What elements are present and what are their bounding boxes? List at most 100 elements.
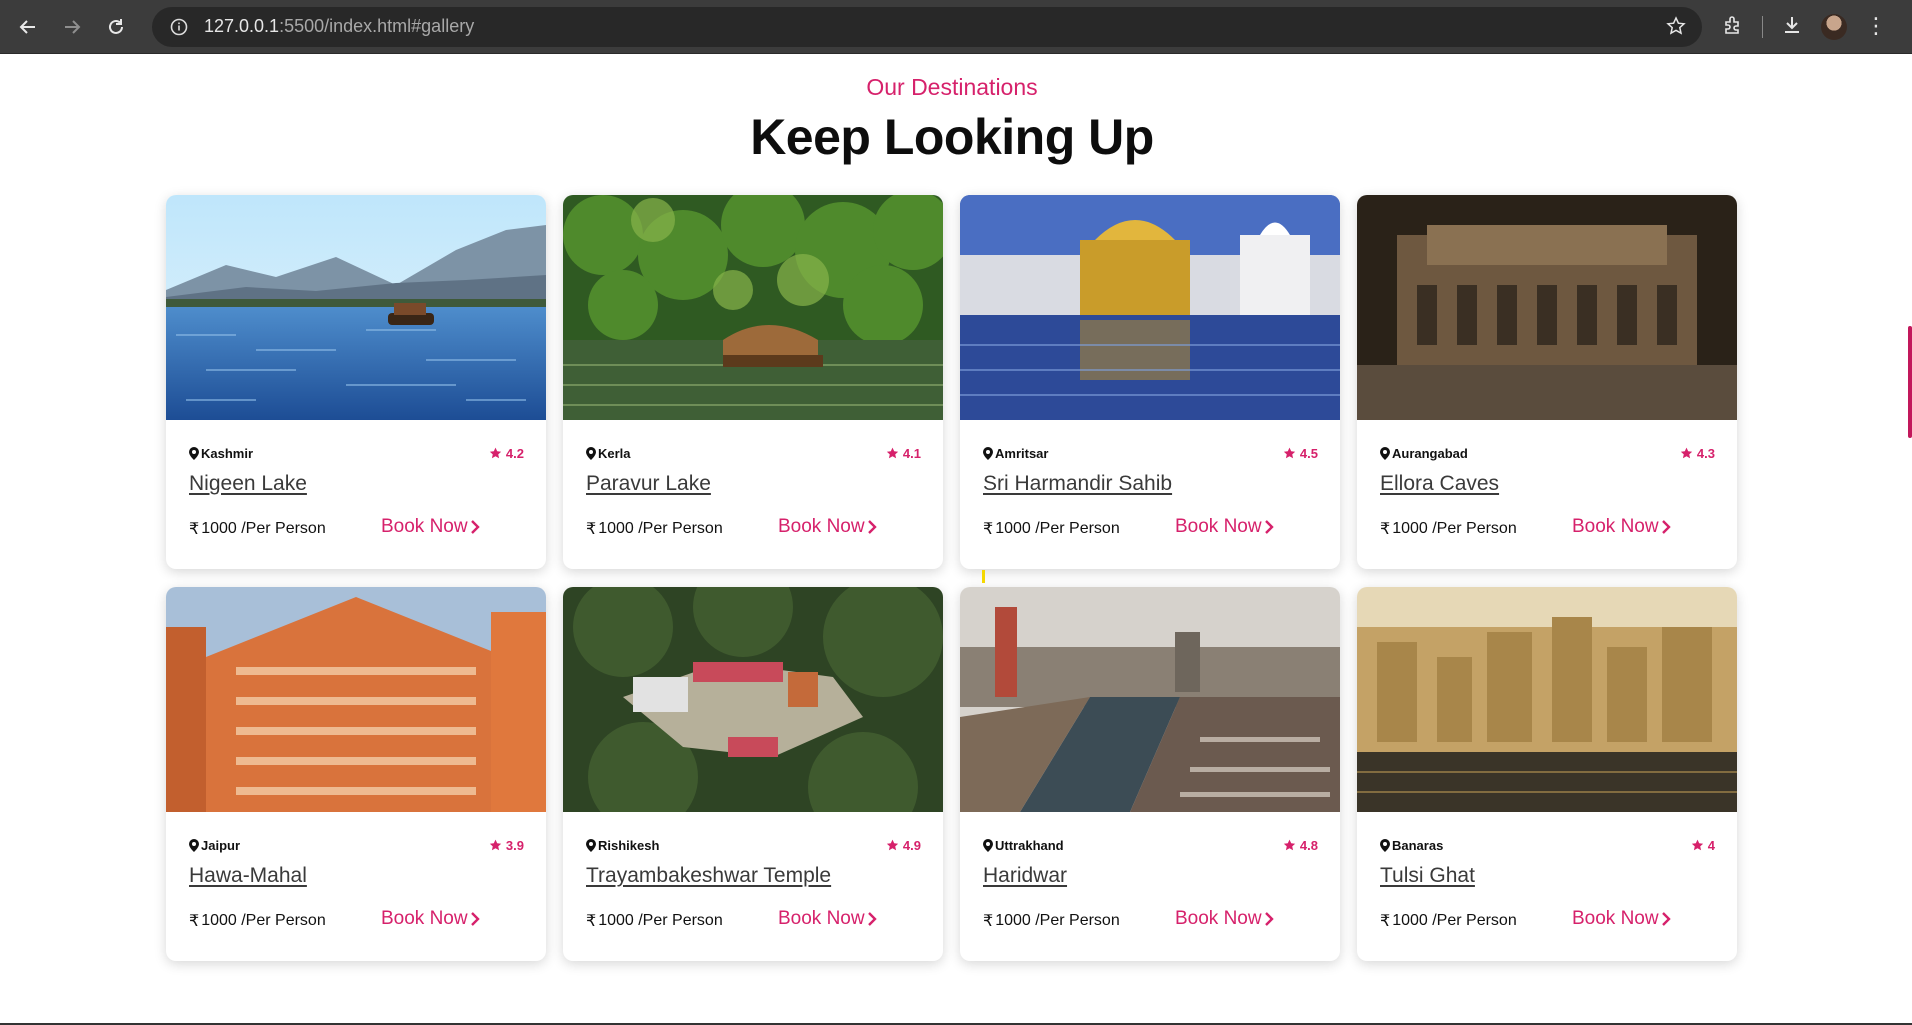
location-label: Amritsar bbox=[983, 446, 1048, 461]
book-now-label: Book Now bbox=[1572, 516, 1659, 537]
price-text: 1000 /Per Person bbox=[598, 520, 723, 537]
map-pin-icon bbox=[586, 839, 596, 852]
book-now-button[interactable]: Book Now bbox=[381, 516, 480, 538]
chevron-right-icon bbox=[867, 520, 877, 534]
location-label: Rishikesh bbox=[586, 838, 659, 853]
star-icon bbox=[886, 839, 899, 851]
destination-title-link[interactable]: Ellora Caves bbox=[1380, 472, 1499, 496]
location-label: Kerla bbox=[586, 446, 631, 461]
destination-photo bbox=[563, 195, 943, 420]
destination-card: Uttrakhand 4.8 Haridwar ₹ 1000 /Per Pers… bbox=[960, 587, 1340, 961]
forward-icon[interactable] bbox=[54, 9, 90, 45]
price-text: 1000 /Per Person bbox=[201, 912, 326, 929]
destination-title-link[interactable]: Haridwar bbox=[983, 864, 1067, 888]
price-label: ₹ 1000 /Per Person bbox=[1380, 519, 1517, 539]
rating-value: 4 bbox=[1707, 838, 1715, 853]
chevron-right-icon bbox=[1661, 912, 1671, 926]
profile-avatar[interactable] bbox=[1821, 13, 1847, 40]
location-label: Aurangabad bbox=[1380, 446, 1468, 461]
chevron-right-icon bbox=[470, 520, 480, 534]
book-now-button[interactable]: Book Now bbox=[1572, 908, 1671, 930]
destination-photo bbox=[1357, 587, 1737, 812]
destination-card: Aurangabad 4.3 Ellora Caves ₹ 1000 /Per … bbox=[1357, 195, 1737, 569]
rating-value: 4.9 bbox=[902, 838, 921, 853]
map-pin-icon bbox=[1380, 447, 1390, 460]
address-bar[interactable]: 127.0.0.1:5500/index.html#gallery bbox=[152, 6, 1702, 47]
price-text: 1000 /Per Person bbox=[201, 520, 326, 537]
rupee-icon: ₹ bbox=[1380, 913, 1391, 930]
destination-title-link[interactable]: Paravur Lake bbox=[586, 472, 711, 496]
star-icon bbox=[1283, 447, 1296, 459]
book-now-button[interactable]: Book Now bbox=[1175, 908, 1274, 930]
back-icon[interactable] bbox=[10, 9, 46, 45]
rating-value: 3.9 bbox=[505, 838, 524, 853]
destination-title-link[interactable]: Hawa-Mahal bbox=[189, 864, 307, 888]
book-now-button[interactable]: Book Now bbox=[381, 908, 480, 930]
chevron-right-icon bbox=[470, 912, 480, 926]
star-icon bbox=[489, 447, 502, 459]
price-label: ₹ 1000 /Per Person bbox=[189, 519, 326, 539]
book-now-button[interactable]: Book Now bbox=[778, 908, 877, 930]
scroll-indicator[interactable] bbox=[1908, 326, 1912, 438]
chevron-right-icon bbox=[1661, 520, 1671, 534]
rupee-icon: ₹ bbox=[1380, 521, 1391, 538]
map-pin-icon bbox=[983, 447, 993, 460]
map-pin-icon bbox=[1380, 839, 1390, 852]
extensions-icon[interactable] bbox=[1722, 14, 1744, 40]
location-label: Banaras bbox=[1380, 838, 1443, 853]
book-now-label: Book Now bbox=[1175, 908, 1262, 929]
rupee-icon: ₹ bbox=[189, 521, 200, 538]
destination-title-link[interactable]: Tulsi Ghat bbox=[1380, 864, 1475, 888]
rupee-icon: ₹ bbox=[586, 521, 597, 538]
download-icon[interactable] bbox=[1781, 14, 1803, 40]
location-label: Kashmir bbox=[189, 446, 253, 461]
bookmark-star-icon[interactable] bbox=[1666, 15, 1686, 40]
book-now-label: Book Now bbox=[778, 516, 865, 537]
location-text: Uttrakhand bbox=[995, 838, 1064, 853]
book-now-label: Book Now bbox=[1175, 516, 1262, 537]
book-now-button[interactable]: Book Now bbox=[778, 516, 877, 538]
destination-title-link[interactable]: Trayambakeshwar Temple bbox=[586, 864, 831, 888]
menu-kebab-icon[interactable]: ⋮ bbox=[1865, 15, 1887, 38]
location-text: Amritsar bbox=[995, 446, 1049, 461]
rating-badge: 4.2 bbox=[489, 446, 524, 461]
destination-card: Banaras 4 Tulsi Ghat ₹ 1000 /Per Person … bbox=[1357, 587, 1737, 961]
price-label: ₹ 1000 /Per Person bbox=[983, 911, 1120, 931]
price-label: ₹ 1000 /Per Person bbox=[586, 519, 723, 539]
destination-photo bbox=[1357, 195, 1737, 420]
book-now-label: Book Now bbox=[778, 908, 865, 929]
reload-icon[interactable] bbox=[98, 9, 134, 45]
location-text: Kerla bbox=[598, 446, 631, 461]
star-icon bbox=[1691, 839, 1703, 851]
section-heading: Keep Looking Up bbox=[750, 109, 1154, 165]
location-text: Rishikesh bbox=[598, 838, 660, 853]
browser-toolbar: 127.0.0.1:5500/index.html#gallery ⋮ bbox=[0, 0, 1912, 54]
rating-value: 4.1 bbox=[902, 446, 921, 461]
book-now-label: Book Now bbox=[1572, 908, 1659, 929]
rupee-icon: ₹ bbox=[983, 913, 994, 930]
location-text: Banaras bbox=[1392, 838, 1444, 853]
destination-photo bbox=[166, 195, 546, 420]
rupee-icon: ₹ bbox=[189, 913, 200, 930]
book-now-button[interactable]: Book Now bbox=[1572, 516, 1671, 538]
star-icon bbox=[489, 839, 502, 851]
rating-badge: 4.5 bbox=[1283, 446, 1318, 461]
destination-title-link[interactable]: Nigeen Lake bbox=[189, 472, 307, 496]
price-label: ₹ 1000 /Per Person bbox=[586, 911, 723, 931]
map-pin-icon bbox=[586, 447, 596, 460]
price-text: 1000 /Per Person bbox=[598, 912, 723, 929]
site-info-icon[interactable] bbox=[170, 18, 188, 36]
destination-card: Amritsar 4.5 Sri Harmandir Sahib ₹ 1000 … bbox=[960, 195, 1340, 569]
book-now-button[interactable]: Book Now bbox=[1175, 516, 1274, 538]
rating-badge: 4.8 bbox=[1283, 838, 1318, 853]
toolbar-divider bbox=[1762, 15, 1763, 38]
destination-title-link[interactable]: Sri Harmandir Sahib bbox=[983, 472, 1172, 496]
url-text: 127.0.0.1:5500/index.html#gallery bbox=[204, 16, 474, 37]
location-label: Uttrakhand bbox=[983, 838, 1064, 853]
rupee-icon: ₹ bbox=[586, 913, 597, 930]
book-now-label: Book Now bbox=[381, 516, 468, 537]
price-text: 1000 /Per Person bbox=[1392, 520, 1517, 537]
price-text: 1000 /Per Person bbox=[995, 912, 1120, 929]
destinations-grid: Kashmir 4.2 Nigeen Lake ₹ 1000 /Per Pers… bbox=[166, 195, 1738, 961]
location-text: Jaipur bbox=[201, 838, 241, 853]
